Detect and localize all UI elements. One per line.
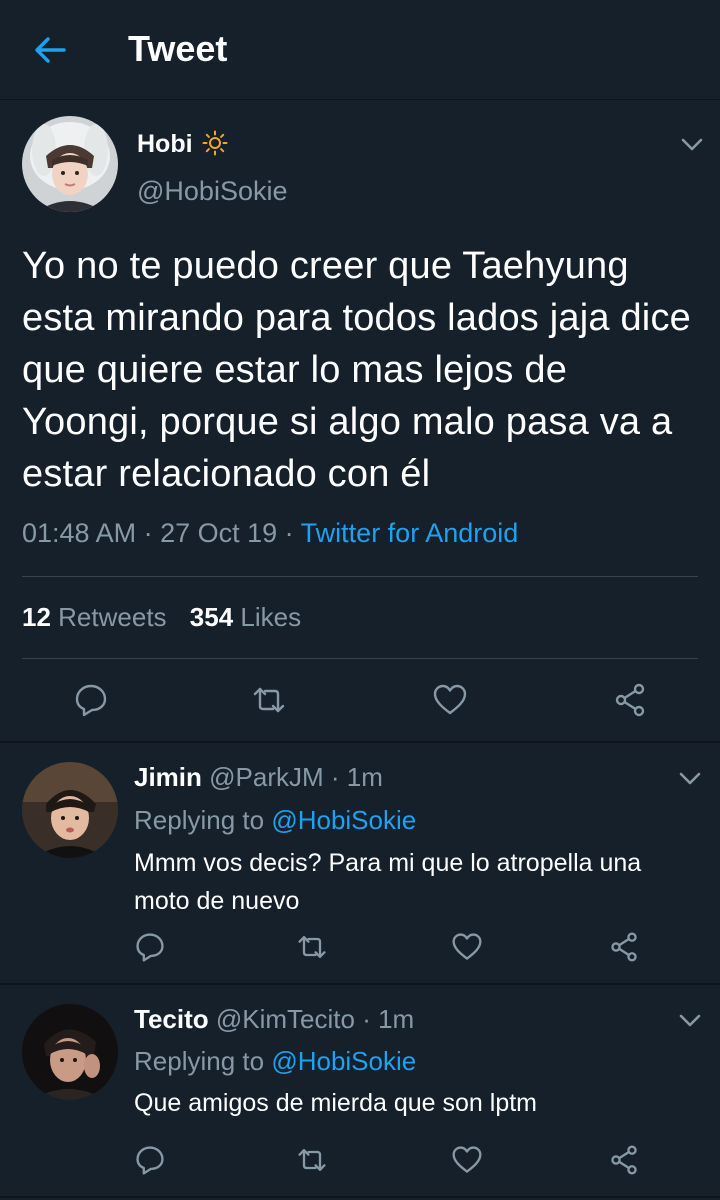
replying-to: Replying to @HobiSokie bbox=[134, 805, 416, 836]
share-button[interactable] bbox=[608, 931, 640, 963]
chevron-down-icon bbox=[679, 1014, 701, 1027]
page-title: Tweet bbox=[128, 28, 228, 69]
share-icon bbox=[611, 932, 637, 962]
retweets-count: 12 bbox=[22, 602, 51, 632]
replying-to-handle[interactable]: @HobiSokie bbox=[271, 805, 416, 835]
author-handle[interactable]: @HobiSokie bbox=[137, 176, 287, 207]
avatar-hobi[interactable] bbox=[22, 116, 118, 212]
reply-icon bbox=[136, 933, 164, 962]
reply-time: 1m bbox=[346, 762, 383, 792]
divider bbox=[22, 576, 698, 577]
section-separator bbox=[0, 983, 720, 985]
reply-author-name[interactable]: Tecito bbox=[134, 1004, 209, 1034]
retweet-icon bbox=[298, 1149, 326, 1171]
reply-button[interactable] bbox=[134, 931, 166, 963]
reply-button[interactable] bbox=[73, 682, 109, 718]
tweet-source-link[interactable]: Twitter for Android bbox=[301, 518, 519, 548]
retweets-stat[interactable]: 12 Retweets bbox=[22, 602, 167, 632]
more-options-button[interactable] bbox=[676, 1006, 704, 1034]
author-name[interactable]: Hobi bbox=[137, 130, 228, 159]
reply-author-name[interactable]: Jimin bbox=[134, 762, 202, 792]
retweet-button[interactable] bbox=[296, 1144, 328, 1176]
avatar-tecito[interactable] bbox=[22, 1004, 118, 1100]
section-separator bbox=[0, 741, 720, 743]
chevron-down-icon bbox=[679, 772, 701, 785]
heart-icon bbox=[433, 684, 467, 715]
reply-icon bbox=[136, 1146, 164, 1175]
share-button[interactable] bbox=[608, 1144, 640, 1176]
reply-icon bbox=[75, 684, 107, 717]
share-icon bbox=[611, 1145, 637, 1175]
heart-icon bbox=[452, 933, 482, 960]
retweet-button[interactable] bbox=[251, 682, 287, 718]
likes-label: Likes bbox=[240, 602, 302, 632]
like-button[interactable] bbox=[432, 682, 468, 718]
reply-author-handle[interactable]: @ParkJM bbox=[209, 762, 324, 792]
retweet-icon bbox=[253, 687, 285, 713]
retweet-icon bbox=[298, 936, 326, 958]
reply-author-handle[interactable]: @KimTecito bbox=[216, 1004, 355, 1034]
likes-stat[interactable]: 354 Likes bbox=[190, 602, 301, 632]
arrow-left-icon bbox=[35, 37, 66, 63]
section-separator bbox=[0, 1196, 720, 1198]
reply-time: 1m bbox=[378, 1004, 415, 1034]
retweets-label: Retweets bbox=[58, 602, 167, 632]
more-options-button[interactable] bbox=[676, 764, 704, 792]
reply-header: Jimin @ParkJM · 1m bbox=[134, 762, 383, 792]
tweet-text: Yo no te puedo creer que Taehyung esta m… bbox=[22, 245, 691, 495]
share-icon bbox=[615, 683, 645, 717]
like-button[interactable] bbox=[451, 1144, 483, 1176]
tweet-time: 01:48 AM bbox=[22, 518, 137, 548]
likes-count: 354 bbox=[189, 602, 234, 632]
reply-button[interactable] bbox=[134, 1144, 166, 1176]
engagement-stats: 12 Retweets 354 Likes bbox=[22, 602, 301, 633]
back-button[interactable] bbox=[30, 30, 70, 70]
more-options-button[interactable] bbox=[678, 130, 706, 158]
sun-icon bbox=[202, 130, 228, 156]
tweet-date: 27 Oct 19 bbox=[160, 518, 278, 548]
reply-text: Que amigos de mierda que son lptm bbox=[134, 1089, 537, 1117]
heart-icon bbox=[452, 1146, 482, 1173]
avatar-jimin[interactable] bbox=[22, 762, 118, 858]
reply-header: Tecito @KimTecito · 1m bbox=[134, 1004, 415, 1034]
replying-to: Replying to @HobiSokie bbox=[134, 1046, 416, 1077]
chevron-down-icon bbox=[681, 138, 703, 151]
divider bbox=[22, 658, 698, 659]
replying-to-handle[interactable]: @HobiSokie bbox=[271, 1046, 416, 1076]
replying-to-label: Replying to bbox=[134, 805, 265, 835]
like-button[interactable] bbox=[451, 931, 483, 963]
replying-to-label: Replying to bbox=[134, 1046, 265, 1076]
share-button[interactable] bbox=[612, 682, 648, 718]
reply-text: Mmm vos decis? Para mi que lo atropella … bbox=[134, 849, 642, 915]
display-name: Hobi bbox=[137, 130, 193, 158]
top-bar: Tweet bbox=[0, 0, 720, 100]
retweet-button[interactable] bbox=[296, 931, 328, 963]
tweet-meta: 01:48 AM · 27 Oct 19 · Twitter for Andro… bbox=[22, 518, 519, 548]
